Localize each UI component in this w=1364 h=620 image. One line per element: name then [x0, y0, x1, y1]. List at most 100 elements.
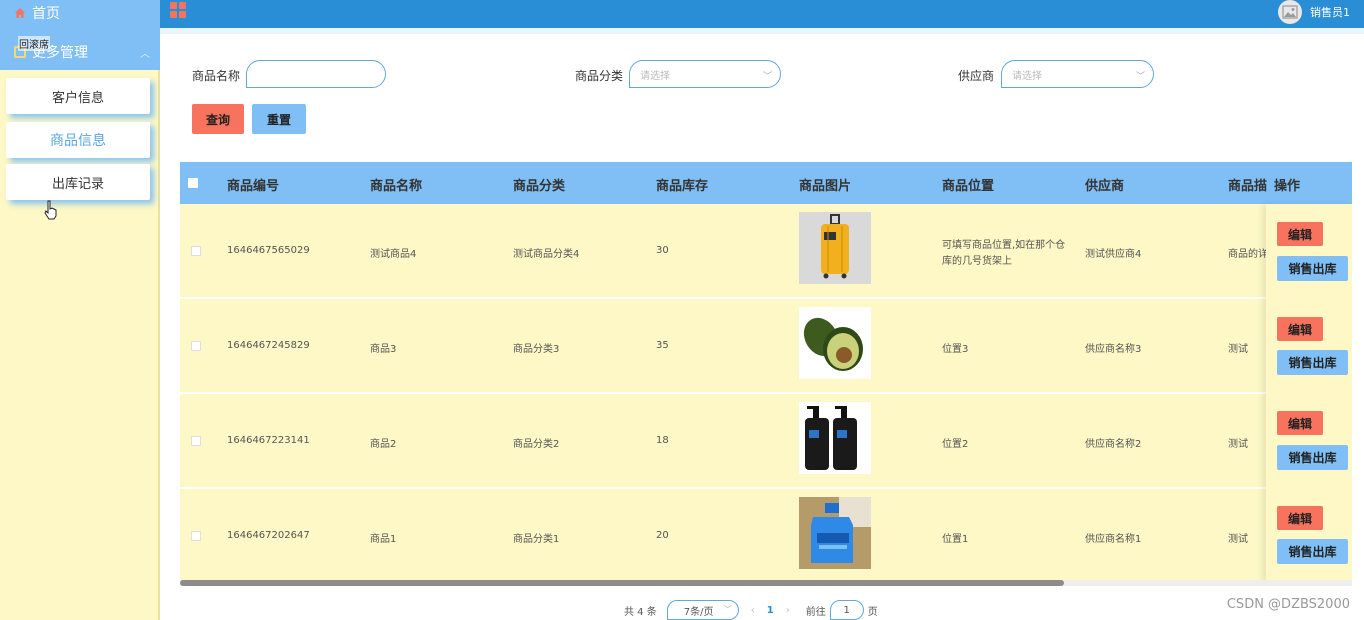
col-header-category[interactable]: 商品分类 — [513, 175, 565, 194]
apps-grid-icon[interactable] — [170, 2, 186, 18]
table-header: 商品编号 商品名称 商品分类 商品库存 商品图片 商品位置 供应商 商品描 操作 — [180, 162, 1352, 204]
supplier-select[interactable]: 请选择 ﹀ — [1001, 60, 1154, 88]
cell-location: 位置3 — [942, 344, 969, 355]
sales-out-button[interactable]: 销售出库 — [1277, 445, 1348, 470]
cell-category: 商品分类1 — [513, 534, 560, 545]
col-header-stock[interactable]: 商品库存 — [656, 175, 708, 194]
table-row[interactable]: 1646467202647 商品1 商品分类1 20 位置1 供应商名称1 测试 — [180, 489, 1266, 583]
horizontal-scrollbar[interactable] — [180, 580, 1352, 586]
sidebar-item-products[interactable]: 商品信息 — [6, 122, 150, 158]
sales-out-button[interactable]: 销售出库 — [1277, 539, 1348, 564]
pagination-total: 共 4 条 — [624, 606, 657, 618]
edit-button[interactable]: 编辑 — [1277, 411, 1323, 435]
user-name: 销售员1 — [1310, 6, 1350, 19]
detergent-bottle-image[interactable] — [799, 497, 871, 569]
chevron-down-icon: ﹀ — [762, 72, 772, 82]
sidebar-item-customers[interactable]: 客户信息 — [6, 78, 150, 114]
cell-code: 1646467565029 — [227, 245, 310, 256]
product-category-label: 商品分类 — [575, 69, 624, 83]
top-bar: 销售员1 — [160, 0, 1364, 28]
home-icon — [14, 7, 26, 19]
avocado-image[interactable] — [799, 307, 871, 379]
tooltip: 回滚席 — [18, 36, 50, 51]
sidebar: 首页 更多管理 ︿ 回滚席 客户信息 商品信息 出库记录 — [0, 0, 160, 620]
cell-category: 商品分类2 — [513, 439, 560, 450]
col-header-code[interactable]: 商品编号 — [227, 175, 279, 194]
avatar[interactable] — [1278, 0, 1302, 24]
cell-location: 位置2 — [942, 439, 969, 450]
cell-category: 测试商品分类4 — [513, 249, 580, 260]
cell-name: 商品3 — [370, 344, 397, 355]
col-header-name[interactable]: 商品名称 — [370, 175, 422, 194]
edit-button[interactable]: 编辑 — [1277, 506, 1323, 530]
chevron-down-icon: ﹀ — [723, 605, 732, 614]
pagination: 共 4 条 7条/页 ﹀ ‹ 1 › 前往 1 页 — [624, 600, 878, 620]
cell-stock: 20 — [656, 530, 669, 541]
row-checkbox[interactable] — [191, 246, 201, 256]
prev-page-button[interactable]: ‹ — [751, 605, 755, 616]
product-category-select[interactable]: 请选择 ﹀ — [629, 60, 781, 88]
cell-code: 1646467245829 — [227, 340, 310, 351]
cell-desc: 商品的详 — [1228, 249, 1268, 260]
cell-name: 商品1 — [370, 534, 397, 545]
reset-button[interactable]: 重置 — [252, 104, 306, 134]
cell-stock: 18 — [656, 435, 669, 446]
sidebar-item-home[interactable]: 首页 — [14, 3, 60, 23]
user-menu[interactable]: 销售员1 — [1278, 0, 1350, 24]
sidebar-item-outbound-records[interactable]: 出库记录 — [6, 164, 150, 200]
sidebar-item-home-label: 首页 — [32, 6, 60, 22]
hand-cursor-icon — [44, 200, 58, 220]
product-category-placeholder: 请选择 — [640, 70, 670, 82]
watermark: CSDN @DZBS2000 — [1226, 597, 1350, 612]
col-header-image[interactable]: 商品图片 — [799, 175, 851, 194]
col-header-desc[interactable]: 商品描 — [1228, 175, 1267, 194]
cell-location-line1: 可填写商品位置,如在那个仓 — [942, 240, 1066, 251]
suitcase-image[interactable] — [799, 212, 871, 284]
cell-desc: 测试 — [1228, 344, 1248, 355]
cell-desc: 测试 — [1228, 439, 1248, 450]
query-button[interactable]: 查询 — [192, 104, 244, 134]
cell-code: 1646467202647 — [227, 530, 310, 541]
sales-out-button[interactable]: 销售出库 — [1277, 350, 1348, 375]
cell-location: 可填写商品位置,如在那个仓 库的几号货架上 — [942, 238, 1065, 270]
cell-supplier: 供应商名称3 — [1085, 344, 1142, 355]
sales-out-button[interactable]: 销售出库 — [1277, 256, 1348, 281]
col-header-supplier[interactable]: 供应商 — [1085, 175, 1124, 194]
cell-name: 测试商品4 — [370, 249, 417, 260]
operations-column: 编辑 销售出库 编辑 销售出库 编辑 销售出库 编辑 销售出库 — [1266, 204, 1352, 582]
row-checkbox[interactable] — [191, 341, 201, 351]
col-header-location[interactable]: 商品位置 — [942, 175, 994, 194]
edit-button[interactable]: 编辑 — [1277, 317, 1323, 341]
page-size-select[interactable]: 7条/页 ﹀ — [666, 600, 739, 620]
goto-page-input[interactable]: 1 — [829, 600, 864, 620]
cell-stock: 30 — [656, 245, 669, 256]
col-header-ops: 操作 — [1274, 179, 1301, 194]
cell-category: 商品分类3 — [513, 344, 560, 355]
goto-label: 前往 — [805, 606, 826, 618]
table-row[interactable]: 1646467245829 商品3 商品分类3 35 位置3 供应商名称3 测试 — [180, 299, 1266, 393]
supplier-placeholder: 请选择 — [1012, 70, 1042, 82]
table-row[interactable]: 1646467565029 测试商品4 测试商品分类4 30 可填写商品位置,如… — [180, 204, 1268, 298]
lotion-bottles-image[interactable] — [799, 402, 871, 474]
cell-supplier: 测试供应商4 — [1085, 249, 1142, 260]
chevron-down-icon: ﹀ — [1135, 72, 1145, 82]
product-name-input[interactable] — [246, 60, 386, 88]
row-checkbox[interactable] — [191, 531, 201, 541]
select-all-checkbox[interactable] — [188, 178, 198, 188]
table-row[interactable]: 1646467223141 商品2 商品分类2 18 位置2 供应商名称2 测试 — [180, 394, 1266, 488]
next-page-button[interactable]: › — [786, 605, 790, 616]
page-size-value: 7条/页 — [683, 606, 714, 618]
chevron-up-icon: ︿ — [140, 48, 150, 60]
cell-supplier: 供应商名称1 — [1085, 534, 1142, 545]
cell-code: 1646467223141 — [227, 435, 310, 446]
cell-name: 商品2 — [370, 439, 397, 450]
cell-location-line2: 库的几号货架上 — [942, 256, 1012, 267]
row-checkbox[interactable] — [191, 436, 201, 446]
page-number-current[interactable]: 1 — [767, 605, 774, 616]
scrollbar-thumb[interactable] — [180, 580, 1064, 586]
edit-button[interactable]: 编辑 — [1277, 222, 1323, 246]
product-table: 商品编号 商品名称 商品分类 商品库存 商品图片 商品位置 供应商 商品描 操作… — [180, 162, 1352, 586]
cell-supplier: 供应商名称2 — [1085, 439, 1142, 450]
cell-location: 位置1 — [942, 534, 969, 545]
cell-desc: 测试 — [1228, 534, 1248, 545]
